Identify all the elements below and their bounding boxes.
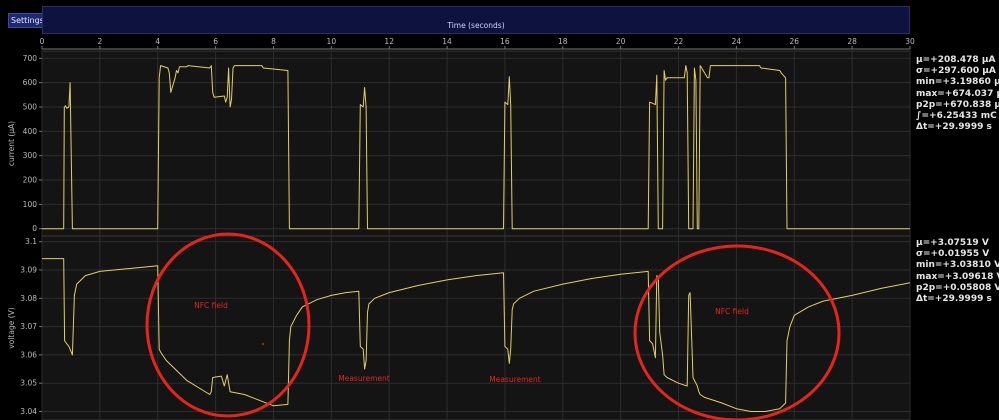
chart-area[interactable]: 0 2 4 6 8 10 12 14 16 18 20 22 24 26 28 30 010020030040…: [0, 0, 999, 420]
y-tick-label: 700: [23, 54, 38, 63]
x-tick-label: 4: [155, 37, 160, 46]
x-tick-label: 2: [97, 37, 102, 46]
y-tick-label: 3.06: [20, 350, 37, 359]
y-tick-label: 3.05: [20, 379, 37, 388]
measurement-label-2: Measurement: [489, 375, 541, 384]
measurement-label-1: Measurement: [338, 374, 390, 383]
y-axis-label: voltage (V): [7, 307, 16, 348]
y-tick-label: 3.07: [20, 322, 37, 331]
y-tick-label: 0: [32, 224, 37, 233]
x-tick-label: 16: [500, 37, 510, 46]
x-tick-label: 28: [847, 37, 857, 46]
x-tick-label: 22: [674, 37, 684, 46]
y-tick-label: 600: [23, 78, 38, 87]
x-axis: 0 2 4 6 8 10 12 14 16 18 20 22 24 26 28 30: [40, 37, 915, 50]
y-tick-label: 3.04: [20, 407, 37, 416]
y-tick-label: 3.09: [20, 265, 37, 274]
annotation-dot: [262, 343, 264, 345]
current-stats: μ=+208.478 μA σ=+297.600 μA min=+3.19860…: [916, 55, 999, 133]
x-tick-label: 26: [789, 37, 799, 46]
x-tick-label: 18: [558, 37, 568, 46]
x-tick-label: 10: [327, 37, 337, 46]
voltage-stats: μ=+3.07519 V σ=+0.01955 V min=+3.03810 V…: [916, 238, 999, 305]
x-tick-label: 8: [271, 37, 276, 46]
y-tick-label: 500: [23, 102, 38, 111]
x-tick-label: 6: [213, 37, 218, 46]
x-tick-label: 24: [732, 37, 742, 46]
y-tick-label: 3.08: [20, 294, 37, 303]
y-tick-label: 3.1: [25, 237, 37, 246]
x-tick-label: 20: [616, 37, 626, 46]
y-axis-label: current (µA): [7, 121, 16, 166]
nfc-label-1: NFC field: [194, 301, 228, 310]
y-tick-label: 200: [23, 176, 38, 185]
x-tick-label: 0: [40, 37, 45, 46]
y-tick-label: 400: [23, 127, 38, 136]
nfc-label-2: NFC field: [715, 307, 749, 316]
x-tick-label: 14: [442, 37, 452, 46]
x-tick-label: 12: [384, 37, 394, 46]
x-tick-label: 30: [905, 37, 915, 46]
y-tick-label: 100: [23, 200, 38, 209]
y-tick-label: 300: [23, 151, 38, 160]
